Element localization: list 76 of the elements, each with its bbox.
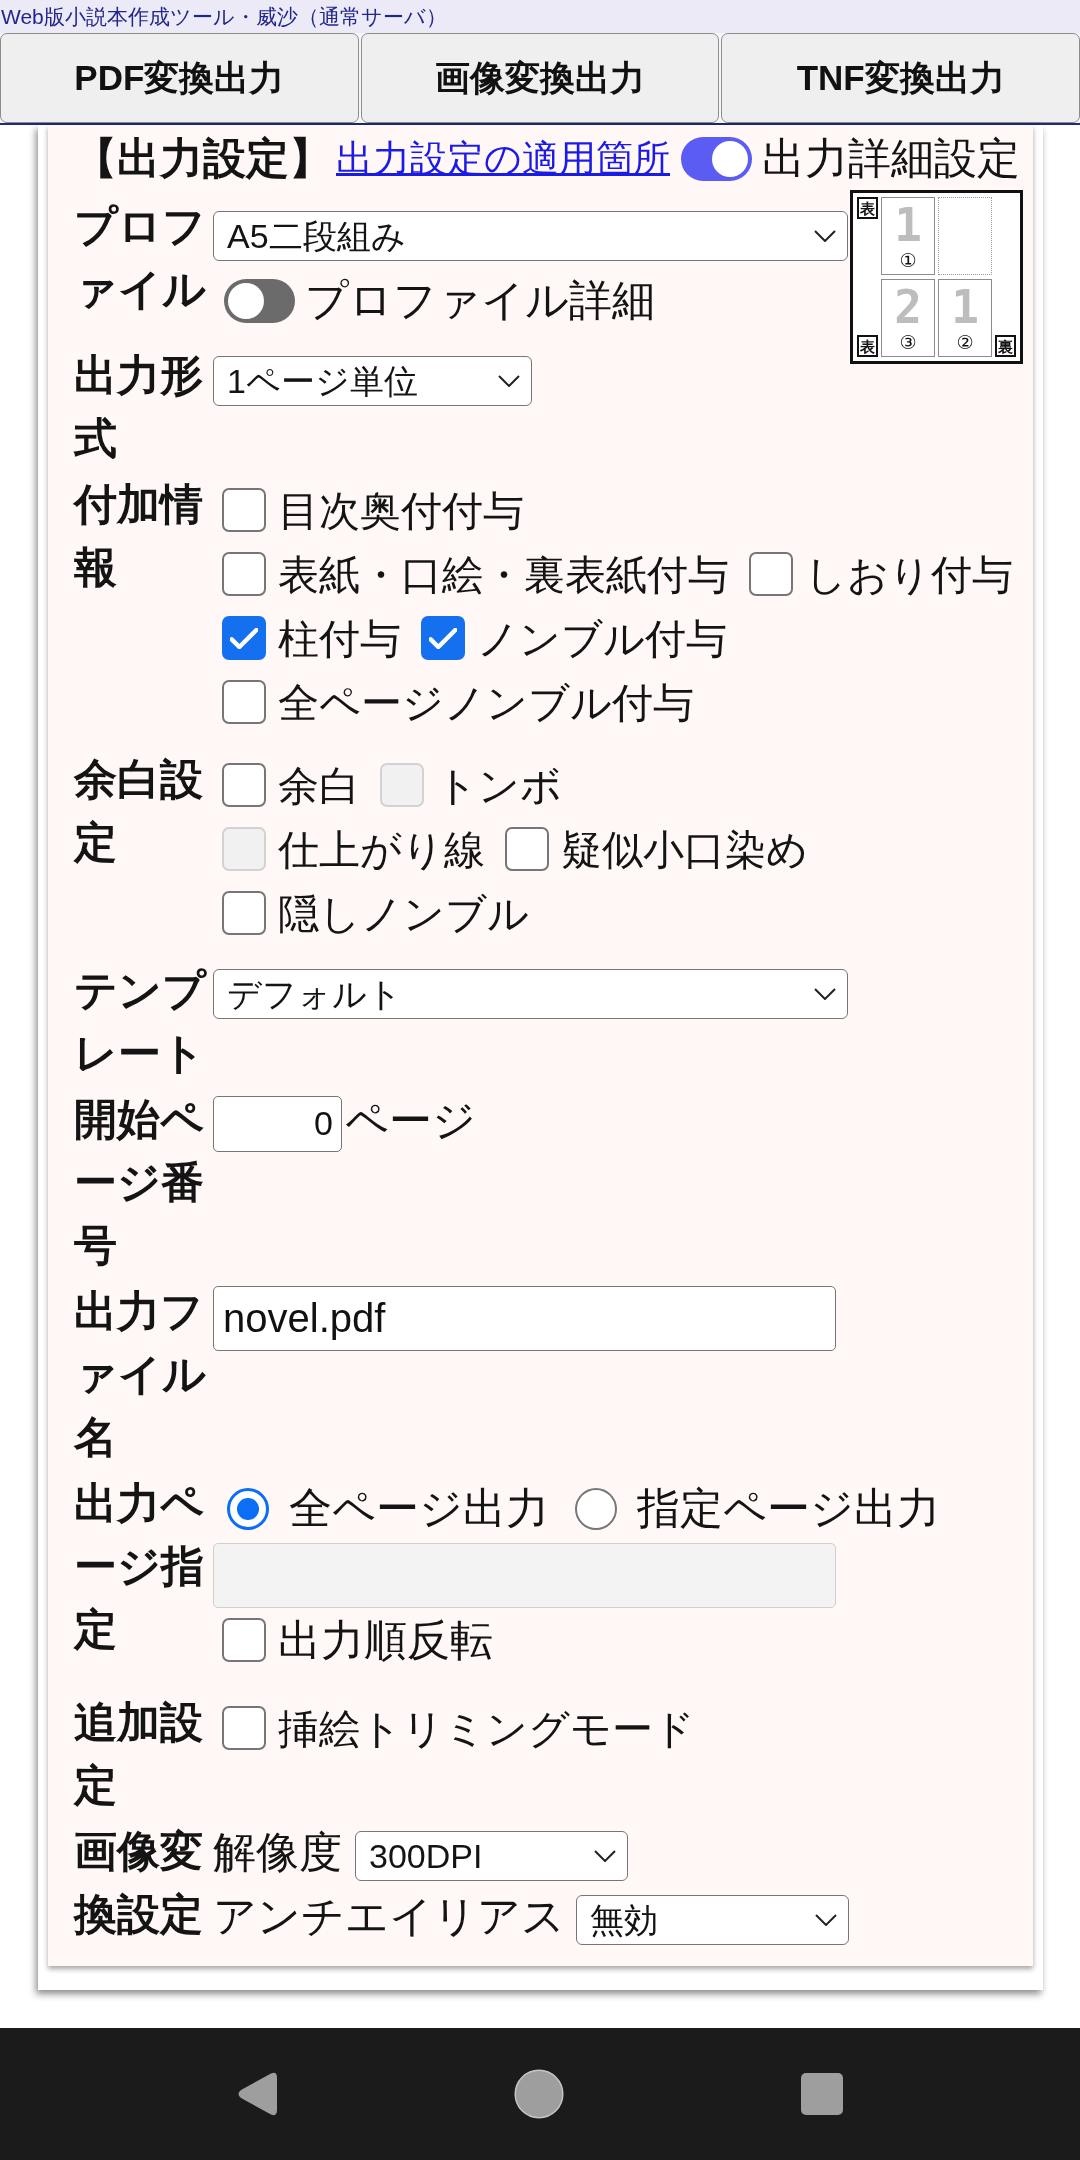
chevron-down-icon <box>498 375 520 387</box>
antialias-select[interactable]: 無効 <box>576 1894 849 1945</box>
unit-label: ページ <box>345 1096 476 1144</box>
radio-button[interactable] <box>574 1487 617 1530</box>
field-label: 出力ページ指定 <box>74 1478 205 1655</box>
profile-select[interactable]: A5二段組み <box>213 211 848 261</box>
field-label: テンプレート <box>74 965 208 1079</box>
format-select[interactable]: 1ページ単位 <box>213 356 532 406</box>
option-label: 全ページノンブル付与 <box>278 680 694 726</box>
field-label: 追加設定 <box>74 1697 204 1812</box>
export-button[interactable]: PDF変換出力 <box>0 33 359 123</box>
setting-label: アンチエイリアス <box>213 1892 565 1941</box>
page-order-number: ③ <box>899 333 917 352</box>
site-title: Web版小説本作成ツール・威沙（通常サーバ） <box>1 6 447 27</box>
page-side-label: 表 <box>857 335 878 357</box>
field-label: 付加情報 <box>74 479 204 593</box>
page-side-label: 裏 <box>995 335 1016 357</box>
toggle-switch[interactable] <box>681 136 752 181</box>
section-heading: 【出力設定】 <box>74 133 332 184</box>
page-side-label: 表 <box>857 197 878 219</box>
option-label: 挿絵トリミングモード <box>278 1706 695 1753</box>
option-label: しおり付与 <box>805 552 1014 598</box>
option-label: 疑似小口染め <box>561 827 809 873</box>
checkbox[interactable] <box>222 1617 266 1662</box>
page-order-number: ② <box>956 333 974 352</box>
home-icon[interactable] <box>514 2069 564 2119</box>
page-number: 1 <box>951 284 979 330</box>
checkbox[interactable] <box>222 1706 266 1751</box>
chevron-down-icon <box>815 1913 837 1926</box>
checkbox[interactable] <box>222 616 266 661</box>
option-label: 目次奥付付与 <box>278 488 524 534</box>
toggle-switch[interactable] <box>224 279 295 323</box>
checkbox[interactable] <box>222 891 266 936</box>
resolution-select[interactable]: 300DPI <box>355 1830 628 1881</box>
field-label: 画像変換設定 <box>74 1826 204 1941</box>
checkbox[interactable] <box>749 552 794 597</box>
option-label: 仕上がり線 <box>278 827 485 873</box>
radio-button[interactable] <box>227 1487 269 1530</box>
page-order-number: ① <box>899 251 917 270</box>
checkbox[interactable] <box>421 616 466 661</box>
start-page-input[interactable]: 0 <box>213 1095 342 1152</box>
toggle-label: 出力詳細設定 <box>762 132 1020 184</box>
page-number: 2 <box>894 284 922 330</box>
field-label: プロファイル <box>74 201 207 315</box>
field-label: 出力ファイル名 <box>74 1286 207 1463</box>
export-button[interactable]: 画像変換出力 <box>360 33 720 123</box>
checkbox[interactable] <box>222 763 266 808</box>
checkbox[interactable] <box>222 552 266 597</box>
option-label: ノンブル付与 <box>477 616 728 662</box>
option-label: 出力順反転 <box>278 1616 493 1665</box>
checkbox[interactable] <box>222 488 266 533</box>
option-label: 余白 <box>278 763 360 809</box>
chevron-down-icon <box>814 230 836 242</box>
checkmark-icon <box>429 627 458 649</box>
field-label: 出力形式 <box>74 350 204 464</box>
option-label: 表紙・口絵・裏表紙付与 <box>278 552 729 598</box>
checkbox[interactable] <box>505 827 550 872</box>
radio-label: 指定ページ出力 <box>636 1484 940 1532</box>
field-label: 開始ページ番号 <box>74 1094 205 1271</box>
option-label: トンボ <box>436 763 563 809</box>
page-number: 1 <box>894 202 922 248</box>
toggle-label: プロファイル詳細 <box>305 275 655 327</box>
back-icon[interactable] <box>237 2071 277 2117</box>
option-label: 隠しノンブル <box>278 891 529 937</box>
setting-label: 解像度 <box>213 1828 342 1877</box>
field-label: 余白設定 <box>74 754 204 868</box>
checkmark-icon <box>230 627 258 649</box>
export-button[interactable]: TNF変換出力 <box>721 33 1080 123</box>
option-label: 柱付与 <box>278 616 401 662</box>
help-link[interactable]: 出力設定の適用箇所 <box>336 136 670 181</box>
chevron-down-icon <box>814 988 836 1000</box>
template-select[interactable]: デフォルト <box>213 969 848 1019</box>
checkbox[interactable] <box>222 680 266 725</box>
file-name-input[interactable]: novel.pdf <box>213 1286 836 1351</box>
radio-label: 全ページ出力 <box>289 1484 549 1532</box>
chevron-down-icon <box>594 1849 616 1862</box>
